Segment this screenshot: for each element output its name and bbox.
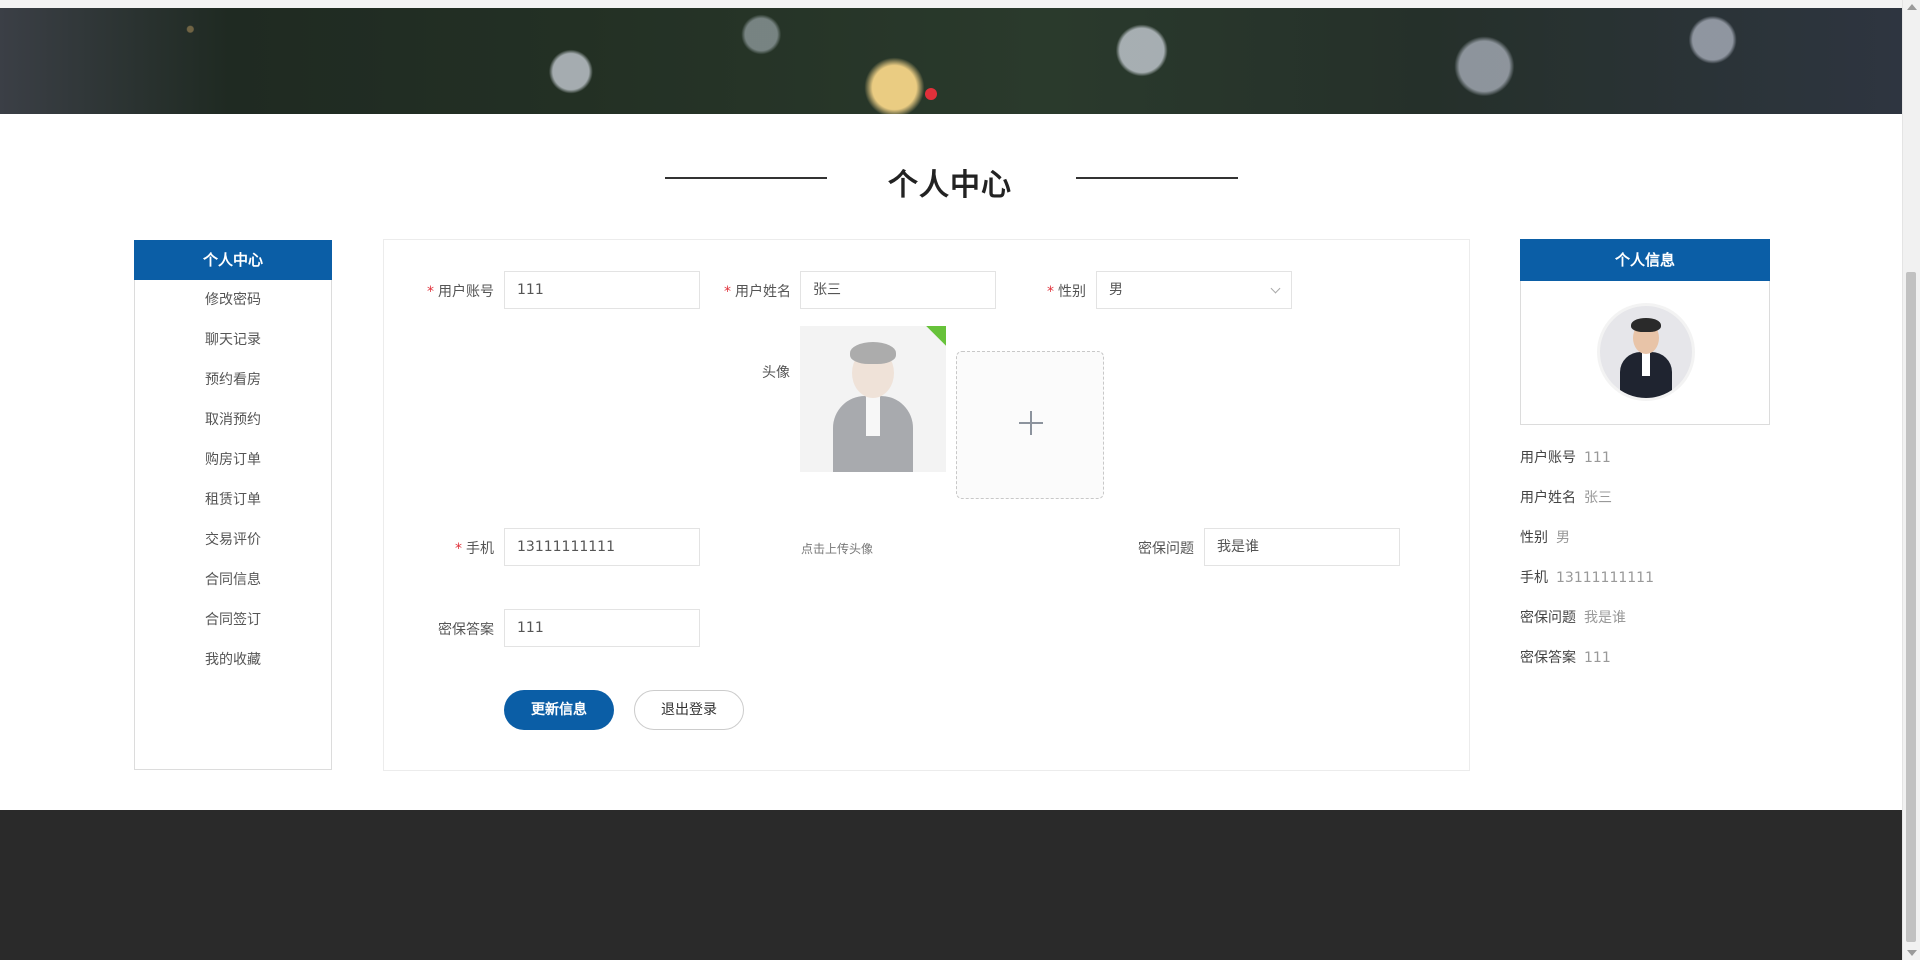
scroll-up-icon[interactable] bbox=[1907, 4, 1917, 10]
avatar bbox=[1600, 306, 1692, 398]
logout-button[interactable]: 退出登录 bbox=[634, 690, 744, 730]
scroll-down-icon[interactable] bbox=[1907, 950, 1917, 956]
account-input[interactable]: 111 bbox=[504, 271, 700, 309]
question-input[interactable]: 我是谁 bbox=[1204, 528, 1400, 566]
personal-info-card: 个人信息 bbox=[1520, 239, 1770, 425]
sidebar-item-purchase-orders[interactable]: 购房订单 bbox=[135, 440, 331, 480]
info-row-account: 用户账号 111 bbox=[1520, 450, 1611, 466]
sidebar-item-book-viewing[interactable]: 预约看房 bbox=[135, 360, 331, 400]
phone-label: * 手机 bbox=[455, 541, 494, 557]
info-row-question: 密保问题 我是谁 bbox=[1520, 610, 1626, 626]
answer-label: 密保答案 bbox=[438, 622, 494, 638]
question-label: 密保问题 bbox=[1138, 541, 1194, 557]
upload-hint[interactable]: 点击上传头像 bbox=[801, 540, 873, 557]
info-row-gender: 性别男 bbox=[1520, 530, 1570, 546]
banner-image bbox=[0, 8, 1903, 114]
gender-label: * 性别 bbox=[1047, 284, 1086, 300]
sidebar-item-chat-history[interactable]: 聊天记录 bbox=[135, 320, 331, 360]
sidebar-menu: 个人中心 修改密码 聊天记录 预约看房 取消预约 购房订单 租赁订单 交易评价 … bbox=[134, 240, 332, 770]
update-info-button[interactable]: 更新信息 bbox=[504, 690, 614, 730]
avatar-upload-box[interactable] bbox=[956, 351, 1104, 499]
answer-input[interactable]: 111 bbox=[504, 609, 700, 647]
sidebar-item-favorites[interactable]: 我的收藏 bbox=[135, 640, 331, 680]
account-label: * 用户账号 bbox=[427, 284, 494, 300]
top-strip bbox=[0, 0, 1903, 8]
page-title: 个人中心 bbox=[888, 168, 1012, 203]
info-header: 个人信息 bbox=[1520, 239, 1770, 281]
scroll-thumb[interactable] bbox=[1906, 272, 1916, 942]
info-row-answer: 密保答案 111 bbox=[1520, 650, 1611, 666]
sidebar-item-reviews[interactable]: 交易评价 bbox=[135, 520, 331, 560]
sidebar-item-change-password[interactable]: 修改密码 bbox=[135, 280, 331, 320]
avatar-preview[interactable] bbox=[800, 326, 946, 472]
title-line-left bbox=[665, 177, 827, 179]
page-scrollbar[interactable] bbox=[1902, 0, 1920, 960]
sidebar-header[interactable]: 个人中心 bbox=[134, 240, 332, 280]
phone-input[interactable]: 13111111111 bbox=[504, 528, 700, 566]
footer bbox=[0, 810, 1903, 960]
avatar-label: 头像 bbox=[762, 365, 790, 381]
chevron-down-icon bbox=[1270, 283, 1281, 294]
gender-select-value: 男 bbox=[1109, 282, 1123, 298]
info-row-phone: 手机 13111111111 bbox=[1520, 570, 1654, 586]
name-label: * 用户姓名 bbox=[724, 284, 791, 300]
plus-icon-vertical bbox=[1030, 411, 1032, 435]
sidebar-item-contract-info[interactable]: 合同信息 bbox=[135, 560, 331, 600]
title-line-right bbox=[1076, 177, 1238, 179]
sidebar-item-rental-orders[interactable]: 租赁订单 bbox=[135, 480, 331, 520]
banner-marker bbox=[925, 88, 937, 100]
sidebar-item-contract-sign[interactable]: 合同签订 bbox=[135, 600, 331, 640]
gender-select[interactable]: 男 bbox=[1096, 271, 1292, 309]
info-row-name: 用户姓名 张三 bbox=[1520, 490, 1612, 506]
sidebar-item-cancel-booking[interactable]: 取消预约 bbox=[135, 400, 331, 440]
name-input[interactable]: 张三 bbox=[800, 271, 996, 309]
person-photo-icon bbox=[800, 326, 946, 472]
person-avatar-icon bbox=[1600, 306, 1692, 398]
